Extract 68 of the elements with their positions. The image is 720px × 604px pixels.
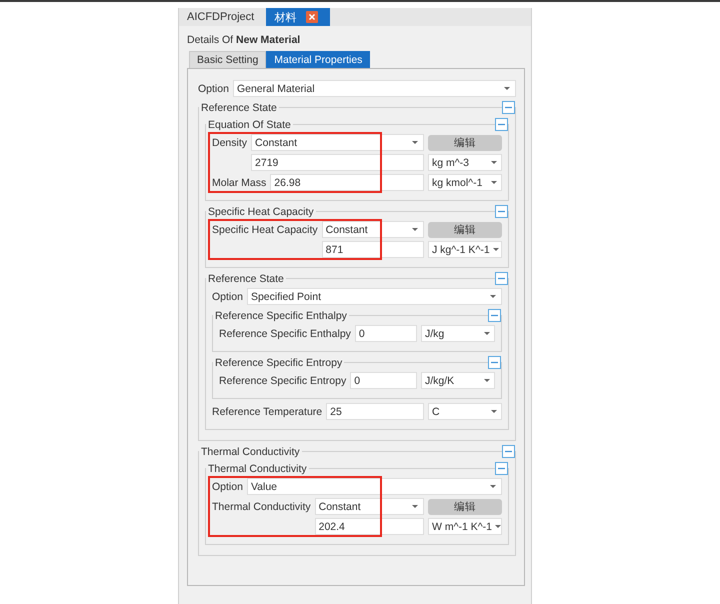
group-title: Specific Heat Capacity <box>206 206 316 218</box>
value-field[interactable]: 202.4 <box>314 518 424 535</box>
caret-icon <box>490 485 496 488</box>
collapse-icon[interactable] <box>502 445 515 458</box>
group-title: Equation Of State <box>206 118 293 130</box>
value-field[interactable]: 0 <box>350 372 417 389</box>
group-title: Reference Specific Entropy <box>213 356 344 368</box>
caret-icon <box>484 379 490 382</box>
caret-icon <box>491 161 497 164</box>
close-icon[interactable] <box>306 11 318 23</box>
unit-dropdown[interactable]: J kg^-1 K^-1 <box>428 241 502 258</box>
collapse-icon[interactable] <box>488 356 501 369</box>
method-dropdown[interactable]: Constant <box>314 498 424 515</box>
option-dropdown[interactable]: Specified Point <box>246 288 502 305</box>
field-label: Density <box>212 136 248 148</box>
value-field[interactable]: 2719 <box>251 154 424 171</box>
group-title: Reference State <box>199 102 279 114</box>
caret-icon <box>495 525 502 528</box>
field-label: Option <box>212 290 243 302</box>
caret-icon <box>412 505 418 508</box>
value-field[interactable]: 871 <box>322 241 424 258</box>
field-label: Specific Heat Capacity <box>212 224 318 236</box>
tab[interactable]: Basic Setting <box>189 51 266 68</box>
unit-dropdown[interactable]: J/kg <box>421 325 495 342</box>
value-field[interactable]: 25 <box>326 403 424 420</box>
collapse-icon[interactable] <box>502 101 515 114</box>
caret-icon <box>490 295 496 298</box>
caret-icon <box>412 141 418 144</box>
unit-dropdown[interactable]: kg m^-3 <box>428 154 502 171</box>
value-field[interactable]: 26.98 <box>270 174 424 191</box>
unit-dropdown[interactable]: W m^-1 K^-1 <box>428 518 502 535</box>
field-label: Reference Temperature <box>212 406 322 418</box>
option-dropdown[interactable]: General Material <box>232 80 516 97</box>
edit-button[interactable]: 编辑 <box>428 222 502 238</box>
document-tab[interactable]: 材料 <box>266 8 330 26</box>
field-label: Option <box>212 480 243 492</box>
caret-icon <box>491 181 497 184</box>
collapse-icon[interactable] <box>488 309 501 322</box>
collapse-icon[interactable] <box>495 118 508 131</box>
group-title: Thermal Conductivity <box>199 446 302 458</box>
option-dropdown[interactable]: Value <box>246 478 502 495</box>
value-field[interactable]: 0 <box>354 325 417 342</box>
caret-icon <box>504 87 510 90</box>
group-title: Reference Specific Enthalpy <box>213 310 349 322</box>
method-dropdown[interactable]: Constant <box>322 221 424 238</box>
field-label: Thermal Conductivity <box>212 500 311 512</box>
caret-icon <box>412 228 418 231</box>
field-label: Reference Specific Enthalpy <box>219 328 351 340</box>
details-heading: Details Of New Material <box>187 34 302 46</box>
collapse-icon[interactable] <box>495 272 508 285</box>
edit-button[interactable]: 编辑 <box>428 134 502 150</box>
tab[interactable]: Material Properties <box>266 51 370 68</box>
unit-dropdown[interactable]: kg kmol^-1 <box>428 174 502 191</box>
field-label: Option <box>198 82 229 94</box>
group-title: Thermal Conductivity <box>206 462 309 474</box>
field-label: Reference Specific Entropy <box>219 374 346 386</box>
caret-icon <box>491 410 497 413</box>
caret-icon <box>492 248 499 251</box>
group-title: Reference State <box>206 272 286 284</box>
caret-icon <box>484 332 490 335</box>
collapse-icon[interactable] <box>495 462 508 475</box>
unit-dropdown[interactable]: C <box>428 403 502 420</box>
document-tab[interactable]: AICFDProject <box>179 8 266 26</box>
unit-dropdown[interactable]: J/kg/K <box>421 372 495 389</box>
method-dropdown[interactable]: Constant <box>251 134 424 151</box>
collapse-icon[interactable] <box>495 205 508 218</box>
edit-button[interactable]: 编辑 <box>428 498 502 514</box>
field-label: Molar Mass <box>212 176 266 188</box>
